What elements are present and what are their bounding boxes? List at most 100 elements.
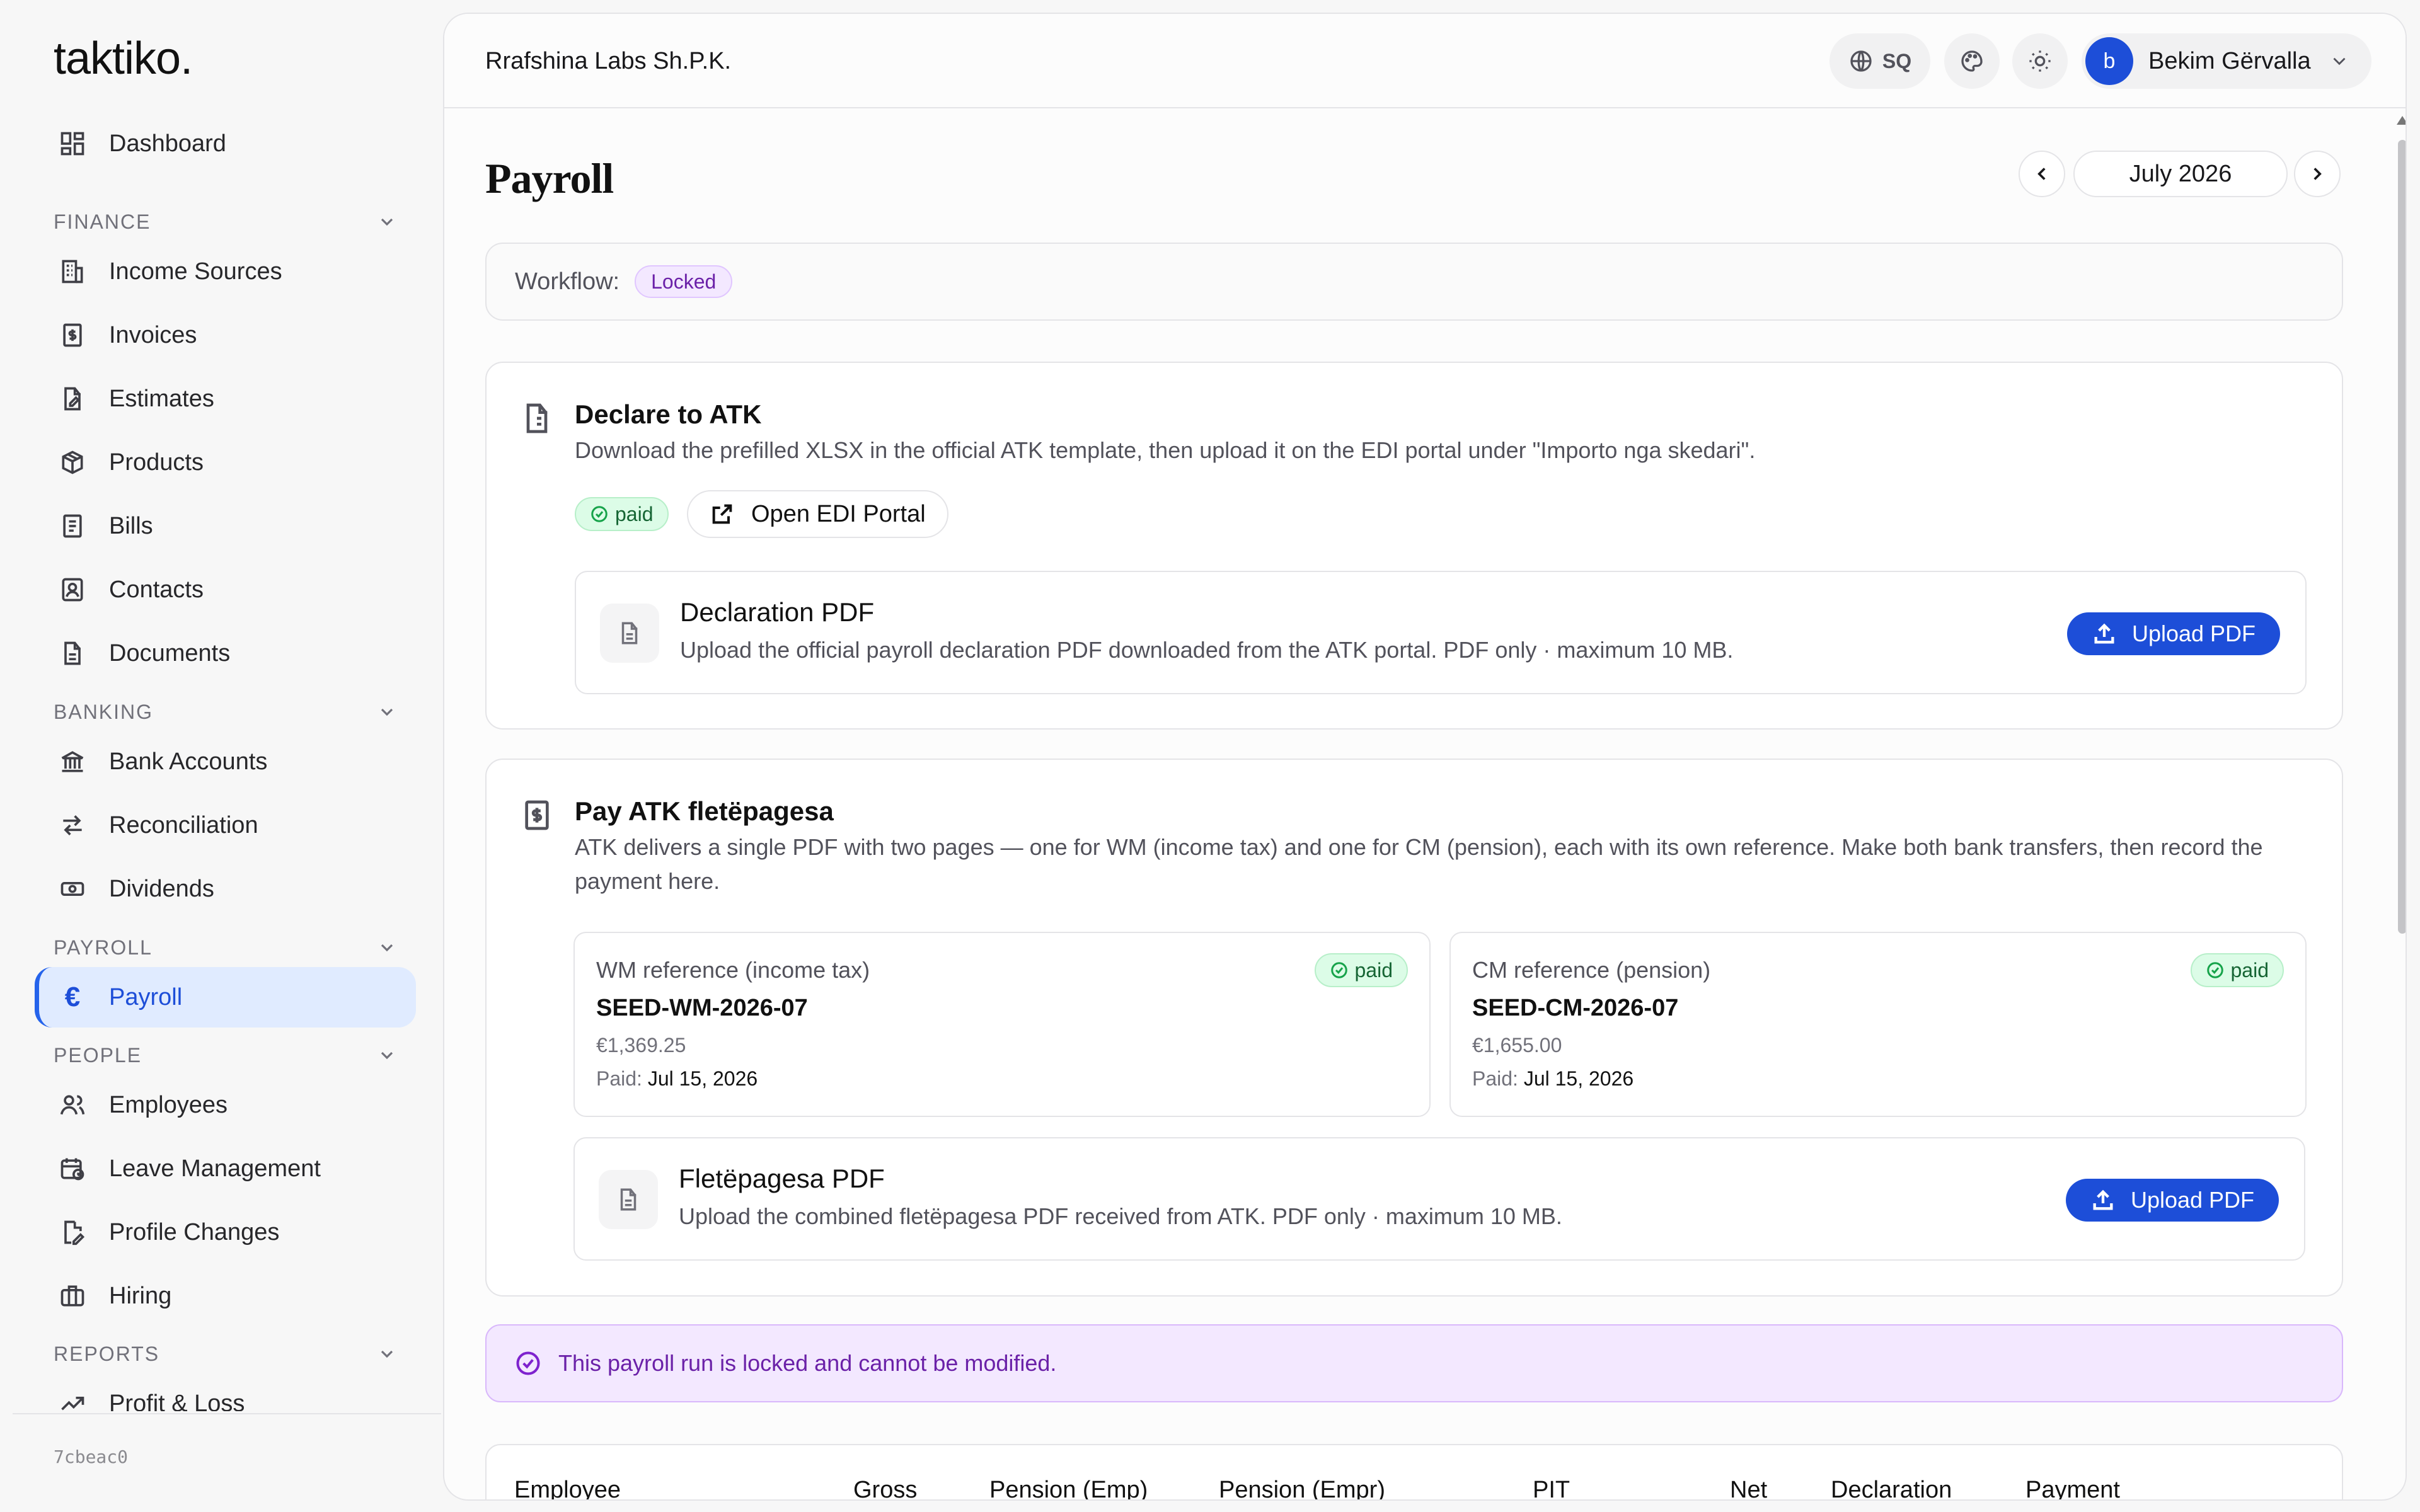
previous-month-button[interactable]: [2019, 151, 2065, 197]
receipt-icon: [57, 511, 88, 541]
workflow-status-card: Workflow: Locked: [485, 243, 2343, 321]
sidebar-item-bank-accounts[interactable]: Bank Accounts: [35, 731, 416, 792]
column-header-employee[interactable]: Employee: [514, 1477, 621, 1499]
invoice-icon: [519, 798, 555, 833]
avatar: b: [2085, 37, 2133, 85]
chevron-down-icon: [2333, 57, 2346, 66]
fletepagesa-pdf-title: Fletëpagesa PDF: [679, 1164, 885, 1193]
sidebar-item-profile-changes[interactable]: Profile Changes: [35, 1202, 416, 1263]
sidebar-item-employees[interactable]: Employees: [35, 1075, 416, 1135]
sidebar-item-label: Products: [109, 449, 204, 476]
fletepagesa-pdf-description: Upload the combined fletëpagesa PDF rece…: [679, 1203, 1562, 1229]
declaration-pdf-title: Declaration PDF: [680, 597, 875, 627]
sidebar-item-contacts[interactable]: Contacts: [35, 559, 416, 620]
cm-paid-date: Paid: Jul 15, 2026: [1472, 1067, 1634, 1090]
declare-description: Download the prefilled XLSX in the offic…: [575, 437, 1756, 463]
sidebar-item-payroll[interactable]: € Payroll: [35, 967, 416, 1028]
upload-fletepagesa-pdf-button[interactable]: Upload PDF: [2066, 1179, 2279, 1222]
section-payroll[interactable]: PAYROLL: [54, 932, 397, 963]
open-edi-portal-button[interactable]: Open EDI Portal: [687, 490, 948, 538]
sidebar-item-label: Reconciliation: [109, 811, 258, 839]
sidebar-item-label: Invoices: [109, 321, 197, 348]
building-icon: [57, 256, 88, 287]
wm-paid-date: Paid: Jul 15, 2026: [596, 1067, 758, 1090]
chevron-down-icon: [381, 944, 393, 952]
cm-reference-label: CM reference (pension): [1472, 957, 1711, 983]
sidebar-item-leave-management[interactable]: Leave Management: [35, 1138, 416, 1199]
file-list-icon: [519, 401, 555, 436]
sidebar-item-invoices[interactable]: Invoices: [35, 305, 416, 365]
globe-icon: [1850, 50, 1872, 72]
language-label: SQ: [1882, 49, 1912, 72]
column-header-gross[interactable]: Gross: [853, 1477, 917, 1499]
sidebar-item-dividends[interactable]: Dividends: [35, 859, 416, 919]
check-circle-icon: [516, 1351, 540, 1375]
arrows-left-right-icon: [57, 810, 88, 840]
cm-amount: €1,655.00: [1472, 1034, 1562, 1057]
dashboard-icon: [57, 129, 88, 159]
sidebar: taktiko. Dashboard FINANCE Income Source…: [0, 0, 441, 1512]
sidebar-item-bills[interactable]: Bills: [35, 496, 416, 556]
section-finance[interactable]: FINANCE: [54, 206, 397, 238]
column-header-pension-emp[interactable]: Pension (Emp): [989, 1477, 1148, 1499]
section-people[interactable]: PEOPLE: [54, 1040, 397, 1071]
chevron-left-icon: [2037, 168, 2046, 180]
sidebar-item-reconciliation[interactable]: Reconciliation: [35, 795, 416, 856]
pay-title: Pay ATK fletëpagesa: [575, 796, 834, 826]
status-badge: paid: [2190, 953, 2284, 987]
euro-icon: €: [64, 982, 81, 1012]
top-bar: Rrafshina Labs Sh.P.K. SQ b Bekim Gërval…: [444, 14, 2406, 108]
sidebar-item-label: Dashboard: [109, 130, 226, 157]
users-icon: [57, 1090, 88, 1120]
column-header-declaration[interactable]: Declaration: [1831, 1477, 1952, 1499]
upload-icon: [2094, 623, 2114, 644]
month-selector[interactable]: July 2026: [2073, 151, 2288, 197]
status-badge: Locked: [635, 265, 733, 298]
column-header-pit[interactable]: PIT: [1533, 1477, 1570, 1499]
app-root: taktiko. Dashboard FINANCE Income Source…: [0, 0, 2420, 1512]
scrollbar-thumb[interactable]: [2398, 140, 2406, 934]
bank-icon: [57, 747, 88, 777]
status-badge: paid: [575, 497, 669, 531]
user-menu-button[interactable]: b Bekim Gërvalla: [2082, 33, 2371, 89]
section-banking[interactable]: BANKING: [54, 696, 397, 728]
app-logo[interactable]: taktiko.: [54, 33, 193, 84]
sidebar-item-profit-loss[interactable]: Profit & Loss: [35, 1373, 416, 1411]
sidebar-item-label: Employees: [109, 1091, 228, 1118]
sun-icon: [2029, 50, 2051, 72]
declaration-pdf-box: Declaration PDF Upload the official payr…: [575, 571, 2307, 694]
check-circle-icon: [2206, 962, 2223, 978]
theme-toggle-button[interactable]: [2012, 33, 2068, 89]
trending-up-icon: [57, 1389, 88, 1411]
column-header-net[interactable]: Net: [1730, 1477, 1767, 1499]
file-pen-icon: [57, 1217, 88, 1247]
column-header-payment[interactable]: Payment: [2025, 1477, 2120, 1499]
sidebar-item-label: Income Sources: [109, 258, 282, 285]
sidebar-item-products[interactable]: Products: [35, 432, 416, 493]
section-label: BANKING: [54, 700, 154, 723]
sidebar-item-documents[interactable]: Documents: [35, 623, 416, 684]
pay-description: ATK delivers a single PDF with two pages…: [575, 834, 2263, 894]
upload-declaration-pdf-button[interactable]: Upload PDF: [2067, 612, 2280, 655]
wm-reference-box: WM reference (income tax) paid SEED-WM-2…: [573, 932, 1431, 1117]
sidebar-item-income-sources[interactable]: Income Sources: [35, 241, 416, 302]
next-month-button[interactable]: [2294, 151, 2341, 197]
cm-reference-box: CM reference (pension) paid SEED-CM-2026…: [1449, 932, 2307, 1117]
column-header-pension-empr[interactable]: Pension (Empr): [1219, 1477, 1385, 1499]
fletepagesa-pdf-box: Fletëpagesa PDF Upload the combined flet…: [573, 1137, 2305, 1261]
section-reports[interactable]: REPORTS: [54, 1338, 397, 1370]
palette-button[interactable]: [1944, 33, 2000, 89]
payroll-table: Employee Gross Pension (Emp) Pension (Em…: [485, 1444, 2343, 1499]
language-button[interactable]: SQ: [1829, 33, 1930, 89]
section-label: PAYROLL: [54, 936, 153, 959]
sidebar-item-dashboard[interactable]: Dashboard: [35, 113, 416, 174]
sidebar-item-label: Bills: [109, 512, 153, 539]
sidebar-item-hiring[interactable]: Hiring: [35, 1266, 416, 1326]
declare-title: Declare to ATK: [575, 399, 762, 429]
sidebar-item-label: Leave Management: [109, 1155, 321, 1182]
sidebar-item-estimates[interactable]: Estimates: [35, 369, 416, 429]
declaration-pdf-description: Upload the official payroll declaration …: [680, 637, 1734, 663]
scroll-up-arrow[interactable]: [2397, 116, 2406, 125]
document-icon: [57, 638, 88, 668]
briefcase-icon: [57, 1281, 88, 1311]
